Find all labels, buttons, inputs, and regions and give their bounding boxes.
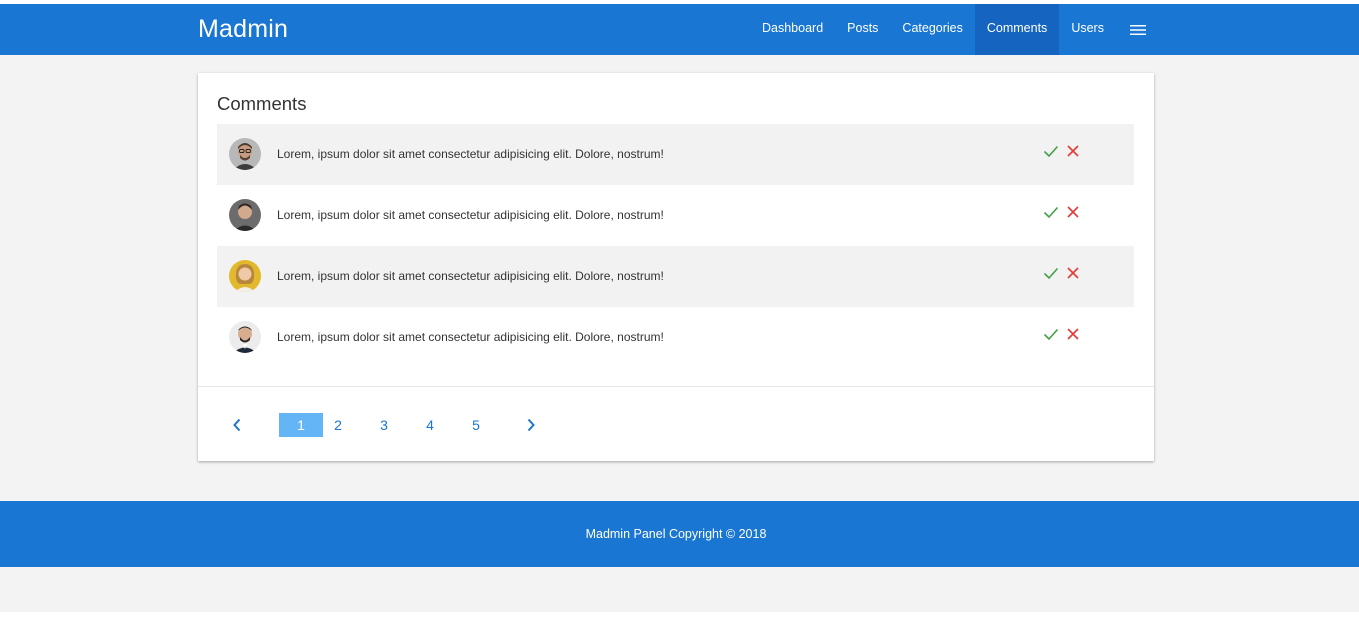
check-icon[interactable]	[1043, 204, 1059, 220]
chevron-right-icon[interactable]	[520, 413, 542, 437]
avatar	[229, 138, 261, 170]
nav-item-users[interactable]: Users	[1059, 4, 1116, 55]
avatar	[229, 260, 261, 292]
comment-row: Lorem, ipsum dolor sit amet consectetur …	[217, 246, 1134, 307]
check-icon[interactable]	[1043, 326, 1059, 342]
page-2[interactable]: 2	[316, 413, 360, 437]
comment-list: Lorem, ipsum dolor sit amet consectetur …	[217, 124, 1134, 368]
nav-item-comments[interactable]: Comments	[974, 4, 1060, 55]
footer-copyright: Madmin Panel Copyright © 2018	[585, 527, 767, 541]
comment-actions	[1043, 204, 1081, 220]
close-icon[interactable]	[1065, 326, 1081, 342]
comment-actions	[1043, 326, 1081, 342]
nav-item-posts[interactable]: Posts	[835, 4, 890, 55]
comment-text: Lorem, ipsum dolor sit amet consectetur …	[277, 269, 664, 283]
comment-text: Lorem, ipsum dolor sit amet consectetur …	[277, 330, 664, 344]
nav-item-dashboard[interactable]: Dashboard	[750, 4, 835, 55]
footer: Madmin Panel Copyright © 2018	[0, 501, 1359, 567]
comment-text: Lorem, ipsum dolor sit amet consectetur …	[277, 208, 664, 222]
avatar	[229, 199, 261, 231]
hamburger-menu-icon[interactable]	[1116, 4, 1160, 55]
page-title: Comments	[217, 93, 307, 114]
chevron-left-icon[interactable]	[226, 413, 248, 437]
brand-logo[interactable]: Madmin	[198, 4, 288, 55]
comment-row: Lorem, ipsum dolor sit amet consectetur …	[217, 185, 1134, 246]
comment-text: Lorem, ipsum dolor sit amet consectetur …	[277, 147, 664, 161]
nav-item-categories[interactable]: Categories	[890, 4, 974, 55]
comment-row: Lorem, ipsum dolor sit amet consectetur …	[217, 307, 1134, 368]
comment-actions	[1043, 265, 1081, 281]
check-icon[interactable]	[1043, 143, 1059, 159]
avatar	[229, 321, 261, 353]
nav-links: Dashboard Posts Categories Comments User…	[750, 4, 1160, 55]
close-icon[interactable]	[1065, 143, 1081, 159]
comments-card: Comments Lorem, ipsum dolor sit amet con…	[198, 73, 1154, 461]
comment-actions	[1043, 143, 1081, 159]
pagination: 1 2 3 4 5	[226, 413, 1126, 437]
navbar: Madmin Dashboard Posts Categories Commen…	[0, 4, 1359, 55]
page-4[interactable]: 4	[408, 413, 452, 437]
page-5[interactable]: 5	[454, 413, 498, 437]
close-icon[interactable]	[1065, 265, 1081, 281]
close-icon[interactable]	[1065, 204, 1081, 220]
comment-row: Lorem, ipsum dolor sit amet consectetur …	[217, 124, 1134, 185]
page-3[interactable]: 3	[362, 413, 406, 437]
check-icon[interactable]	[1043, 265, 1059, 281]
card-divider	[198, 386, 1154, 387]
